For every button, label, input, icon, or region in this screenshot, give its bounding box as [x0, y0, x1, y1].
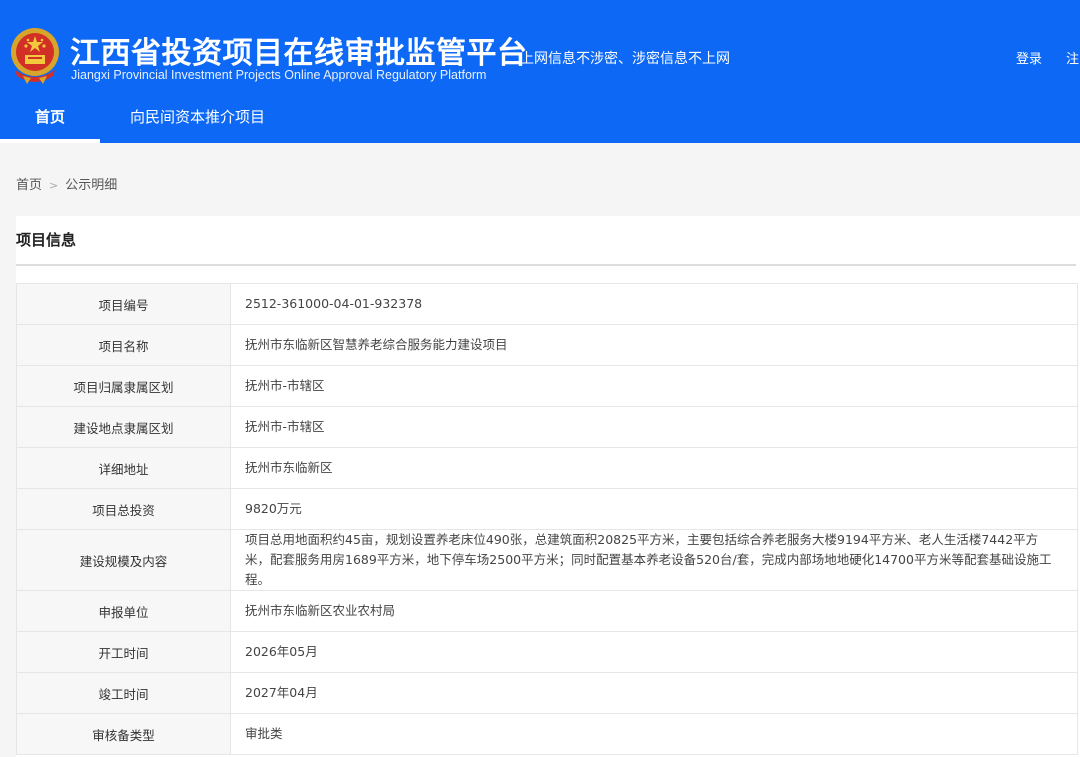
row-value: 项目总用地面积约45亩，规划设置养老床位490张，总建筑面积20825平方米，主… [230, 529, 1078, 591]
project-info-panel: 项目信息 项目编号 2512-361000-04-01-932378 项目名称 … [16, 216, 1080, 757]
row-label: 申报单位 [16, 590, 231, 632]
panel-title: 项目信息 [16, 216, 1076, 266]
table-row: 项目名称 抚州市东临新区智慧养老综合服务能力建设项目 [16, 324, 1078, 366]
row-value: 2026年05月 [230, 631, 1078, 673]
row-label: 审核备类型 [16, 713, 231, 755]
table-row: 申报单位 抚州市东临新区农业农村局 [16, 590, 1078, 632]
row-value: 9820万元 [230, 488, 1078, 530]
row-value: 2512-361000-04-01-932378 [230, 283, 1078, 325]
register-link[interactable]: 注 [1066, 52, 1079, 67]
top-links: 登录 注 [1016, 48, 1080, 67]
breadcrumb-home[interactable]: 首页 [16, 178, 42, 193]
row-value: 抚州市东临新区智慧养老综合服务能力建设项目 [230, 324, 1078, 366]
row-label: 项目归属隶属区划 [16, 365, 231, 407]
row-label: 建设规模及内容 [16, 529, 231, 591]
row-label: 详细地址 [16, 447, 231, 489]
breadcrumb-current: 公示明细 [65, 178, 118, 193]
nav-home[interactable]: 首页 [0, 95, 100, 143]
national-emblem-icon [11, 28, 59, 84]
row-label: 项目名称 [16, 324, 231, 366]
row-label: 竣工时间 [16, 672, 231, 714]
row-label: 项目总投资 [16, 488, 231, 530]
site-header: 江西省投资项目在线审批监管平台 Jiangxi Provincial Inves… [0, 0, 1080, 143]
nav-private-capital-projects[interactable]: 向民间资本推介项目 [130, 95, 265, 143]
header-slogan: 上网信息不涉密、涉密信息不上网 [520, 51, 730, 67]
row-label: 开工时间 [16, 631, 231, 673]
login-link[interactable]: 登录 [1016, 52, 1042, 67]
project-info-table: 项目编号 2512-361000-04-01-932378 项目名称 抚州市东临… [16, 283, 1078, 755]
table-row: 建设规模及内容 项目总用地面积约45亩，规划设置养老床位490张，总建筑面积20… [16, 529, 1078, 591]
main-nav: 首页 向民间资本推介项目 [0, 95, 1080, 143]
breadcrumb: 首页 > 公示明细 [16, 174, 117, 193]
row-value: 抚州市东临新区 [230, 447, 1078, 489]
table-row: 项目总投资 9820万元 [16, 488, 1078, 530]
table-row: 项目编号 2512-361000-04-01-932378 [16, 283, 1078, 325]
site-title: 江西省投资项目在线审批监管平台 [70, 36, 528, 71]
row-label: 项目编号 [16, 283, 231, 325]
row-value: 审批类 [230, 713, 1078, 755]
row-value: 抚州市-市辖区 [230, 365, 1078, 407]
breadcrumb-separator-icon: > [49, 179, 59, 192]
table-row: 建设地点隶属区划 抚州市-市辖区 [16, 406, 1078, 448]
row-value: 2027年04月 [230, 672, 1078, 714]
row-value: 抚州市东临新区农业农村局 [230, 590, 1078, 632]
table-row: 详细地址 抚州市东临新区 [16, 447, 1078, 489]
table-row: 竣工时间 2027年04月 [16, 672, 1078, 714]
table-row: 开工时间 2026年05月 [16, 631, 1078, 673]
table-row: 审核备类型 审批类 [16, 713, 1078, 755]
row-label: 建设地点隶属区划 [16, 406, 231, 448]
site-subtitle: Jiangxi Provincial Investment Projects O… [71, 68, 487, 82]
row-value: 抚州市-市辖区 [230, 406, 1078, 448]
table-row: 项目归属隶属区划 抚州市-市辖区 [16, 365, 1078, 407]
